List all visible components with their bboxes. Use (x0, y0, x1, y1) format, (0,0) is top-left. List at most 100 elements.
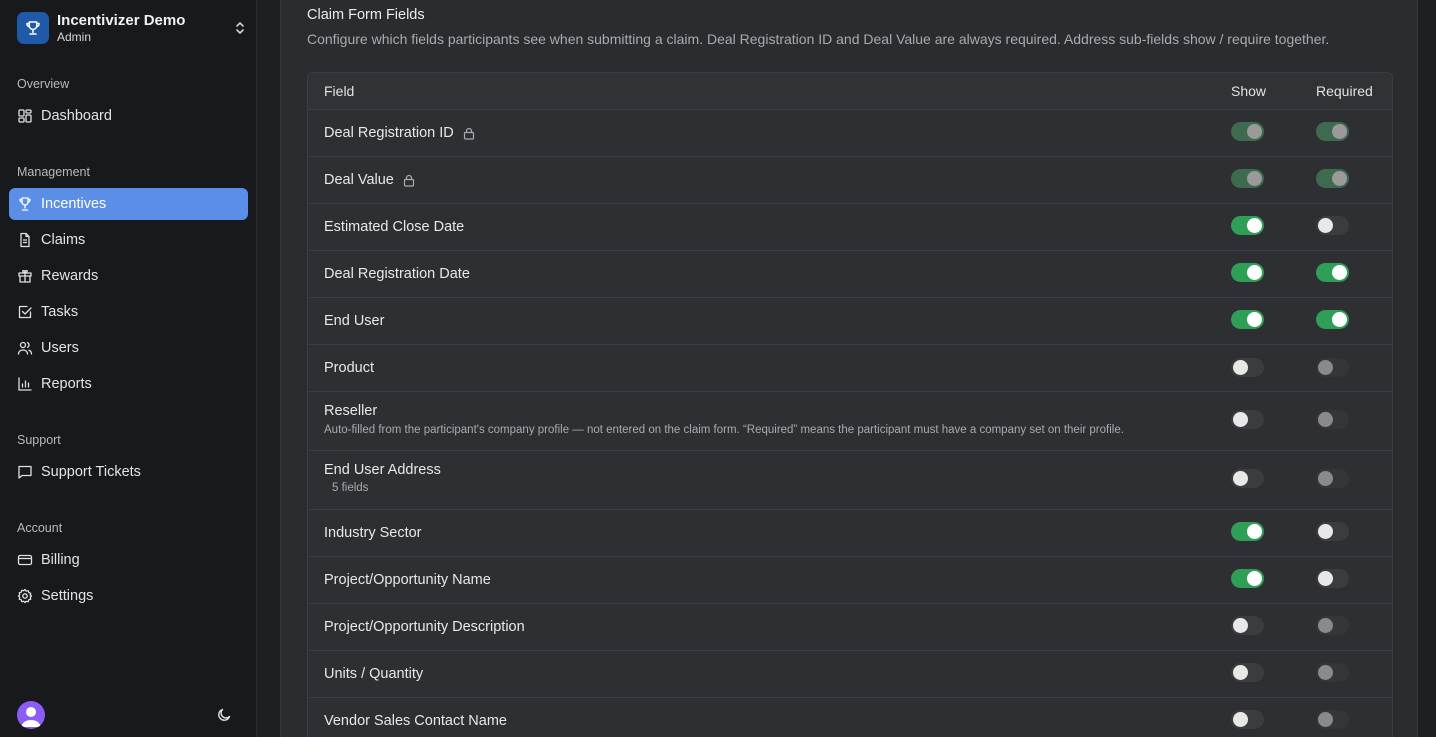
field-label: Project/Opportunity Description (324, 619, 525, 635)
sidebar-item-rewards[interactable]: Rewards (9, 260, 248, 292)
fields-table: Field Show Required Deal Registration ID… (307, 72, 1393, 737)
show-toggle[interactable] (1231, 263, 1264, 282)
field-hint: Auto-filled from the participant's compa… (324, 424, 1124, 436)
show-toggle[interactable] (1231, 469, 1264, 488)
field-label: Industry Sector (324, 525, 422, 541)
show-toggle (1231, 122, 1264, 141)
sidebar-item-label: Tasks (41, 304, 79, 320)
sidebar-item-billing[interactable]: Billing (9, 544, 248, 576)
dashboard-icon (17, 108, 33, 124)
show-toggle[interactable] (1231, 310, 1264, 329)
moon-icon[interactable] (214, 705, 234, 725)
sidebar-item-tasks[interactable]: Tasks (9, 296, 248, 328)
sidebar-item-label: Incentives (41, 196, 107, 212)
sidebar-item-label: Users (41, 340, 79, 356)
required-toggle[interactable] (1316, 216, 1349, 235)
lock-icon (463, 127, 475, 140)
workspace-name: Incentivizer Demo (57, 11, 186, 29)
required-toggle (1316, 663, 1349, 682)
section-label-management: Management (17, 165, 90, 179)
users-icon (17, 340, 33, 356)
sidebar-item-label: Support Tickets (41, 464, 141, 480)
show-toggle[interactable] (1231, 410, 1264, 429)
sidebar-item-label: Rewards (41, 268, 99, 284)
checkbox-icon (17, 304, 33, 320)
workspace-switcher[interactable]: Incentivizer Demo Admin (17, 11, 247, 45)
table-header: Field Show Required (308, 73, 1392, 110)
sidebar-item-label: Settings (41, 588, 94, 604)
field-label: Deal Registration ID (324, 125, 454, 141)
required-toggle (1316, 169, 1349, 188)
sidebar-item-support-tickets[interactable]: Support Tickets (9, 456, 248, 488)
sidebar-item-label: Claims (41, 232, 86, 248)
credit-card-icon (17, 552, 33, 568)
show-toggle[interactable] (1231, 358, 1264, 377)
show-toggle[interactable] (1231, 710, 1264, 729)
table-row: Project/Opportunity Description (308, 604, 1392, 651)
card-description: Configure which fields participants see … (307, 31, 1330, 47)
show-toggle (1231, 169, 1264, 188)
sidebar-item-dashboard[interactable]: Dashboard (9, 100, 248, 132)
sidebar-item-users[interactable]: Users (9, 332, 248, 364)
gift-icon (17, 268, 33, 284)
sidebar-item-label: Reports (41, 376, 92, 392)
table-row: Deal Value (308, 157, 1392, 204)
card-title: Claim Form Fields (307, 7, 425, 23)
field-label: Deal Value (324, 172, 394, 188)
workspace-role: Admin (57, 29, 92, 44)
section-label-overview: Overview (17, 77, 70, 91)
sidebar: Incentivizer Demo Admin Overview Dashboa… (0, 0, 257, 737)
field-label: Units / Quantity (324, 666, 424, 682)
main-content: Claim Form Fields Configure which fields… (257, 0, 1436, 737)
show-toggle[interactable] (1231, 663, 1264, 682)
field-label: Product (324, 360, 374, 376)
required-toggle[interactable] (1316, 310, 1349, 329)
field-label: Reseller (324, 403, 378, 419)
required-toggle (1316, 358, 1349, 377)
column-header-required: Required (1316, 83, 1373, 99)
required-toggle (1316, 410, 1349, 429)
show-toggle[interactable] (1231, 522, 1264, 541)
table-row: Deal Registration Date (308, 251, 1392, 298)
table-row: Deal Registration ID (308, 110, 1392, 157)
sidebar-item-reports[interactable]: Reports (9, 368, 248, 400)
field-label: Deal Registration Date (324, 266, 470, 282)
column-header-show: Show (1231, 83, 1267, 99)
table-row: Units / Quantity (308, 651, 1392, 698)
required-toggle[interactable] (1316, 569, 1349, 588)
field-hint: 5 fields (332, 482, 369, 494)
gear-icon (17, 588, 33, 604)
sidebar-item-claims[interactable]: Claims (9, 224, 248, 256)
user-avatar-icon[interactable] (17, 701, 45, 729)
show-toggle[interactable] (1231, 616, 1264, 635)
table-row: Industry Sector (308, 510, 1392, 557)
field-label: End User Address (324, 462, 441, 478)
file-icon (17, 232, 33, 248)
required-toggle (1316, 122, 1349, 141)
section-label-account: Account (17, 521, 63, 535)
show-toggle[interactable] (1231, 216, 1264, 235)
trophy-logo-icon (17, 12, 49, 44)
message-icon (17, 464, 33, 480)
required-toggle[interactable] (1316, 263, 1349, 282)
bar-chart-icon (17, 376, 33, 392)
required-toggle (1316, 616, 1349, 635)
sidebar-item-label: Billing (41, 552, 80, 568)
table-row: Estimated Close Date (308, 204, 1392, 251)
table-row: End User Address 5 fields (308, 451, 1392, 510)
chevrons-up-down-icon (233, 19, 247, 37)
show-toggle[interactable] (1231, 569, 1264, 588)
table-row: Reseller Auto-filled from the participan… (308, 392, 1392, 451)
sidebar-item-settings[interactable]: Settings (9, 580, 248, 612)
table-row: Product (308, 345, 1392, 392)
required-toggle[interactable] (1316, 522, 1349, 541)
field-label: Project/Opportunity Name (324, 572, 491, 588)
table-row: End User (308, 298, 1392, 345)
field-label: End User (324, 313, 385, 329)
table-row: Vendor Sales Contact Name (308, 698, 1392, 737)
claim-form-fields-card: Claim Form Fields Configure which fields… (280, 0, 1418, 737)
sidebar-item-label: Dashboard (41, 108, 112, 124)
sidebar-item-incentives[interactable]: Incentives (9, 188, 248, 220)
section-label-support: Support (17, 433, 61, 447)
table-row: Project/Opportunity Name (308, 557, 1392, 604)
